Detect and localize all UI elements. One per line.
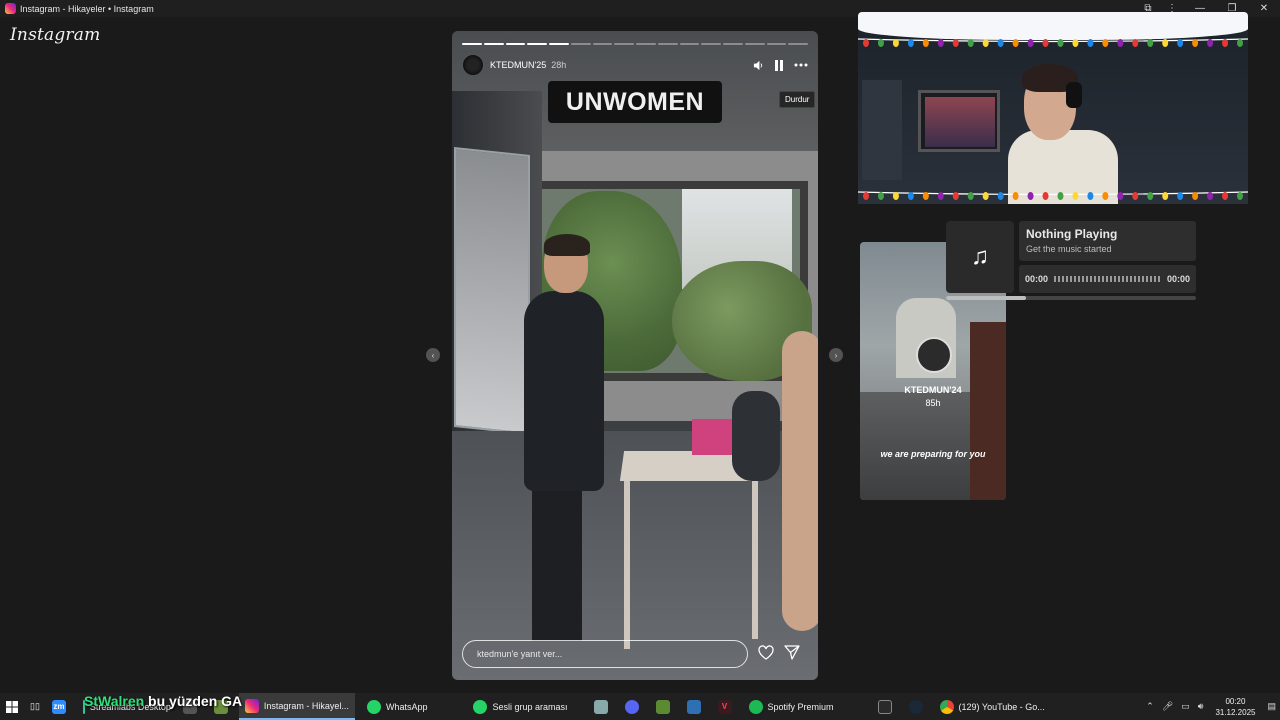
progress-segment xyxy=(723,43,743,45)
taskbar-epic-icon[interactable] xyxy=(872,693,903,720)
taskbar-spotify[interactable]: Spotify Premium xyxy=(743,693,840,720)
now-playing-widget: ♫ Nothing Playing Get the music started … xyxy=(946,221,1196,301)
taskbar-instagram[interactable]: Instagram - Hikayel... xyxy=(238,693,355,720)
progress-segment xyxy=(679,43,700,45)
notification-icon[interactable]: ▤ xyxy=(1267,701,1276,712)
next-story-time: 85h xyxy=(925,398,941,408)
taskbar-whatsapp[interactable]: WhatsApp xyxy=(361,693,434,720)
story-progress-bar xyxy=(462,43,808,45)
pause-tooltip: Durdur xyxy=(779,91,816,108)
network-icon[interactable]: ▭ xyxy=(1181,701,1190,712)
music-progress-track xyxy=(946,296,1196,300)
share-send-icon[interactable] xyxy=(784,645,800,660)
instagram-logo[interactable]: Instagram xyxy=(10,25,100,45)
story-header: KTEDMUN'25 28h xyxy=(462,53,808,77)
story-username[interactable]: KTEDMUN'25 xyxy=(490,60,546,70)
previous-story-arrow-icon[interactable]: ‹ xyxy=(426,348,440,362)
taskbar-discord-icon[interactable] xyxy=(619,693,650,720)
story-viewer[interactable]: KTEDMUN'25 28h Durdur UNWOMEN ktedmun'e … xyxy=(452,31,818,680)
task-view-icon[interactable]: ▯▯ xyxy=(24,693,46,720)
story-time: 28h xyxy=(551,60,567,70)
progress-segment xyxy=(701,43,721,45)
speaker-icon[interactable]: 🔊︎ xyxy=(1198,701,1204,712)
story-text-sticker: UNWOMEN xyxy=(548,81,722,123)
taskbar-clock[interactable]: 00:20 31.12.2025 xyxy=(1215,696,1255,718)
progress-segment xyxy=(527,43,547,45)
taskbar-voice-call[interactable]: Sesli grup araması xyxy=(467,693,573,720)
christmas-lights-top xyxy=(858,38,1248,47)
start-button[interactable] xyxy=(0,693,24,720)
taskbar-steam-icon[interactable] xyxy=(903,693,934,720)
close-button[interactable]: ✕ xyxy=(1248,0,1280,17)
progress-segment xyxy=(505,43,526,45)
progress-segment xyxy=(483,43,504,45)
volume-icon[interactable] xyxy=(753,60,764,71)
next-story-avatar xyxy=(916,337,952,373)
music-time-end: 00:00 xyxy=(1166,274,1190,284)
taskbar-chrome[interactable]: (129) YouTube - Go... xyxy=(934,693,1051,720)
progress-segment xyxy=(636,43,656,45)
progress-segment xyxy=(549,43,569,45)
more-options-icon[interactable] xyxy=(794,63,808,67)
tray-chevron-icon[interactable]: ⌃ xyxy=(1146,701,1154,712)
webcam-overlay xyxy=(858,0,1248,204)
taskbar-zoom-icon[interactable]: zm xyxy=(46,693,77,720)
progress-segment xyxy=(744,43,765,45)
taskbar-notepad-icon[interactable] xyxy=(681,693,712,720)
reply-input[interactable]: ktedmun'e yanıt ver... xyxy=(462,640,748,668)
progress-segment xyxy=(462,43,482,45)
window-title: Instagram - Hikayeler • Instagram xyxy=(20,3,154,14)
progress-segment xyxy=(614,43,634,45)
music-waveform xyxy=(1054,276,1161,282)
like-heart-icon[interactable] xyxy=(758,645,774,660)
chat-overlay-message: StWalren bu yüzden GA xyxy=(84,693,243,709)
music-time-start: 00:00 xyxy=(1025,274,1049,284)
progress-segment xyxy=(766,43,787,45)
instagram-app-icon xyxy=(5,3,16,14)
system-tray: ⌃ 🎤︎ ▭ 🔊︎ 00:20 31.12.2025 ▤ xyxy=(1142,693,1280,720)
taskbar-explorer-icon[interactable] xyxy=(588,693,619,720)
next-story-arrow-icon[interactable]: › xyxy=(829,348,843,362)
taskbar-valorant-icon[interactable]: V xyxy=(712,693,743,720)
story-avatar[interactable] xyxy=(462,54,484,76)
next-story-caption: we are preparing for you xyxy=(880,449,986,459)
music-title: Nothing Playing xyxy=(1026,227,1118,241)
microphone-icon[interactable]: 🎤︎ xyxy=(1162,701,1173,712)
music-note-icon: ♫ xyxy=(946,221,1014,293)
taskbar-minecraft-icon[interactable] xyxy=(650,693,681,720)
progress-segment xyxy=(592,43,613,45)
pause-icon[interactable] xyxy=(774,59,784,71)
progress-segment xyxy=(570,43,591,45)
story-photo xyxy=(452,31,818,680)
next-story-username: KTEDMUN'24 xyxy=(904,385,962,395)
christmas-lights-bottom xyxy=(858,191,1248,200)
music-subtitle: Get the music started xyxy=(1026,244,1112,254)
progress-segment xyxy=(788,43,808,45)
progress-segment xyxy=(657,43,678,45)
